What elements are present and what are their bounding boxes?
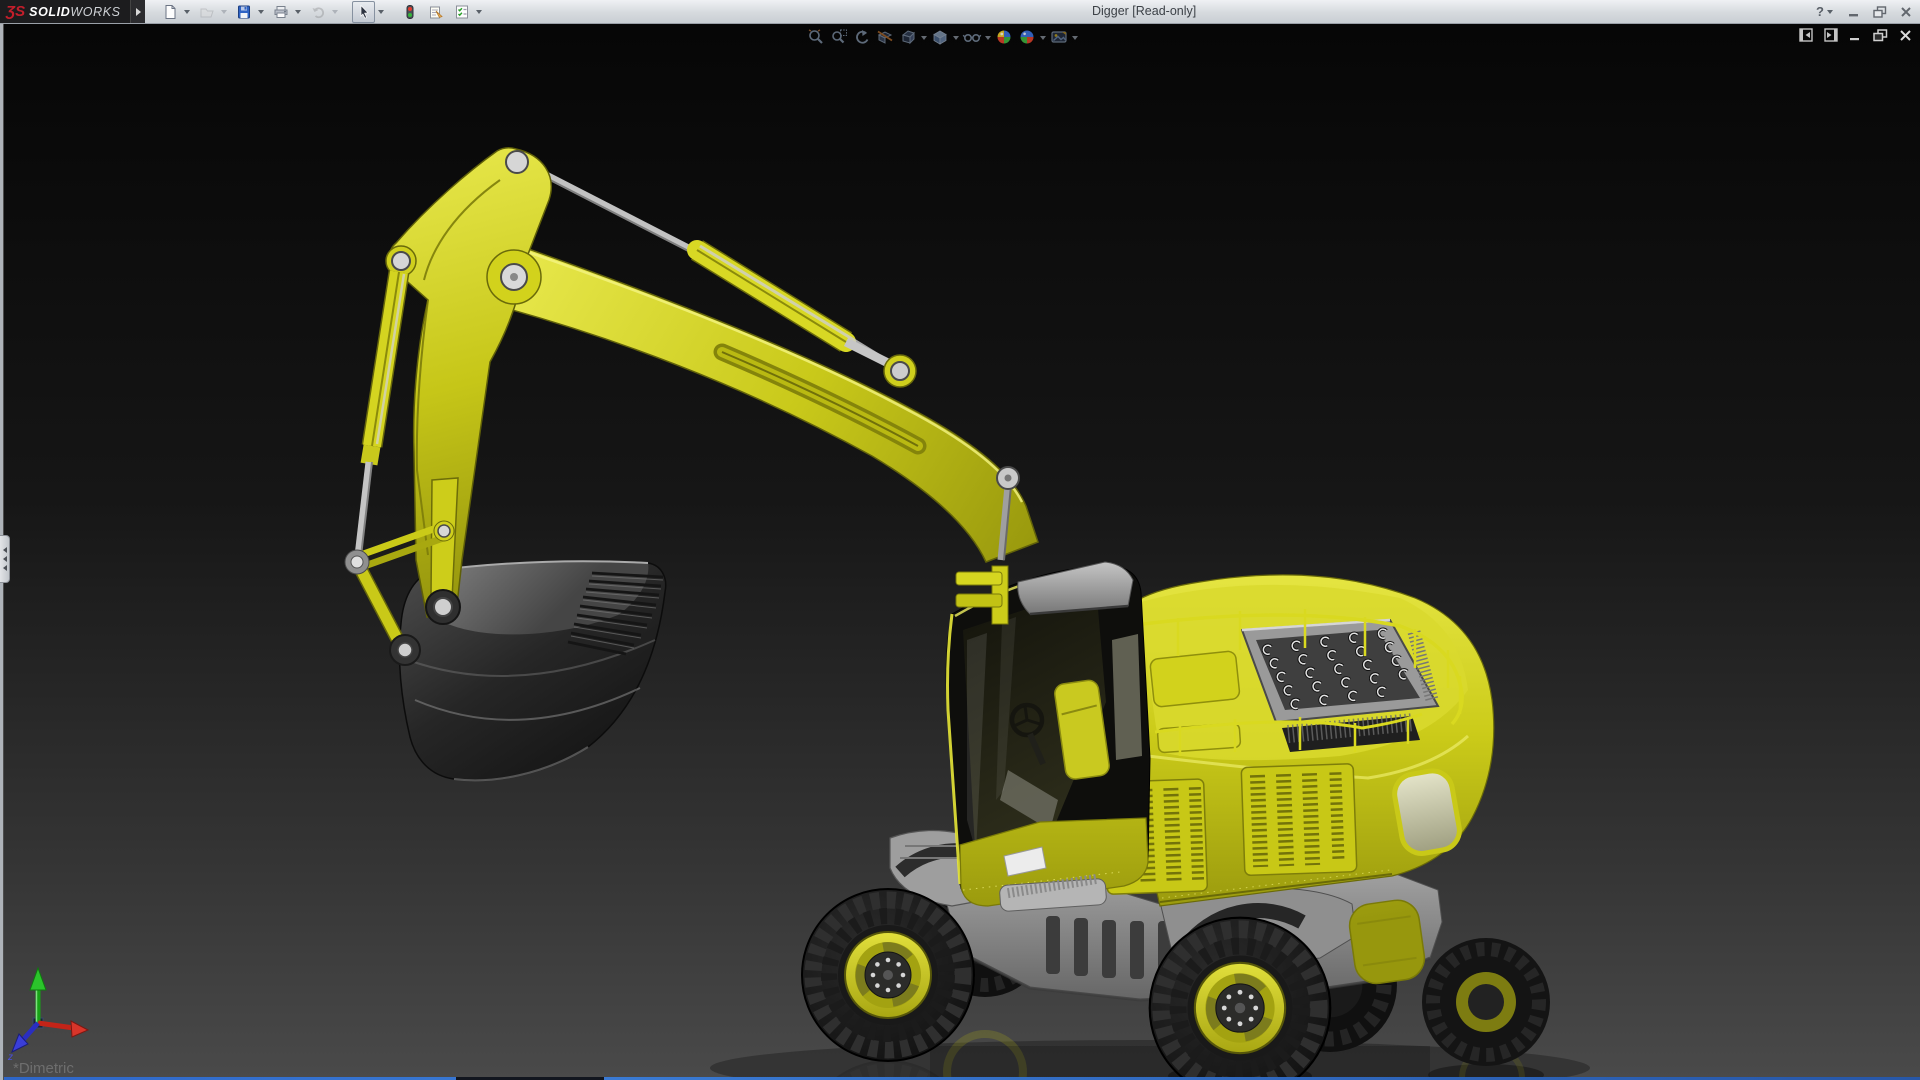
hide-show-items-button[interactable] bbox=[962, 27, 982, 47]
undo-arrow-icon bbox=[310, 4, 326, 20]
solidworks-logo-icon: ƷS bbox=[6, 3, 25, 20]
zoom-to-fit-button[interactable] bbox=[806, 27, 826, 47]
close-button[interactable] bbox=[1900, 6, 1912, 18]
options-button[interactable] bbox=[450, 1, 473, 23]
stick-cylinder-pin bbox=[891, 362, 909, 380]
minimize-button[interactable] bbox=[1848, 6, 1860, 18]
view-orientation-dropdown[interactable] bbox=[921, 36, 927, 43]
open-document-dropdown[interactable] bbox=[221, 10, 227, 17]
save-floppy-icon bbox=[236, 4, 252, 20]
view-orientation-label: *Dimetric bbox=[13, 1060, 74, 1077]
traffic-light-icon bbox=[402, 4, 418, 20]
print-dropdown[interactable] bbox=[295, 10, 301, 17]
solidworks-logo: ƷS SOLIDWORKS bbox=[0, 0, 130, 23]
bucket-pivot-pin bbox=[434, 598, 452, 616]
undo-dropdown[interactable] bbox=[332, 10, 338, 17]
view-settings-button[interactable] bbox=[1049, 27, 1069, 47]
restore-document-button[interactable] bbox=[1873, 29, 1888, 42]
far-right-wheel[interactable] bbox=[1422, 938, 1550, 1066]
rebuild-button[interactable] bbox=[398, 1, 421, 23]
document-title: Digger [Read-only] bbox=[1092, 4, 1196, 18]
display-style-dropdown[interactable] bbox=[953, 36, 959, 43]
apex-pin[interactable] bbox=[506, 151, 528, 173]
help-button[interactable]: ? bbox=[1816, 4, 1835, 19]
new-document-icon bbox=[162, 4, 178, 20]
open-folder-icon bbox=[199, 4, 215, 20]
eyeglasses-icon bbox=[962, 28, 982, 46]
previous-view-icon bbox=[853, 28, 871, 46]
help-icon: ? bbox=[1816, 4, 1824, 19]
brand-name-light: WORKS bbox=[70, 5, 120, 19]
bucket-link-pin bbox=[398, 643, 412, 657]
document-window-controls bbox=[1799, 28, 1912, 42]
hide-show-items-dropdown[interactable] bbox=[985, 36, 991, 43]
collapse-featuremanager-button[interactable] bbox=[1799, 28, 1813, 42]
minimize-document-button[interactable] bbox=[1849, 29, 1862, 42]
help-dropdown bbox=[1827, 10, 1833, 17]
graphics-viewport[interactable]: z bbox=[0, 24, 1920, 1080]
zoom-to-fit-icon bbox=[807, 28, 825, 46]
title-bar: ƷS SOLIDWORKS bbox=[0, 0, 1920, 24]
section-view-button[interactable] bbox=[875, 27, 895, 47]
save-button[interactable] bbox=[232, 1, 255, 23]
select-tool-dropdown[interactable] bbox=[378, 10, 384, 17]
expand-taskpane-button[interactable] bbox=[1824, 28, 1838, 42]
rear-cylinder-drum[interactable] bbox=[1347, 897, 1427, 986]
notepad-pencil-icon bbox=[428, 4, 444, 20]
cab[interactable] bbox=[946, 562, 1150, 912]
view-orientation-icon bbox=[899, 28, 917, 46]
rear-window[interactable] bbox=[1392, 768, 1463, 857]
checklist-icon bbox=[454, 4, 470, 20]
zoom-to-area-icon bbox=[830, 28, 848, 46]
cab-side-window[interactable] bbox=[1112, 634, 1142, 760]
left-arrow-icon bbox=[0, 556, 7, 562]
options-dropdown[interactable] bbox=[476, 10, 482, 17]
window-controls: ? bbox=[1816, 0, 1912, 23]
save-dropdown[interactable] bbox=[258, 10, 264, 17]
new-document-dropdown[interactable] bbox=[184, 10, 190, 17]
standard-toolbar bbox=[158, 0, 484, 23]
new-document-button[interactable] bbox=[158, 1, 181, 23]
select-cursor-icon bbox=[356, 4, 372, 20]
open-document-button[interactable] bbox=[195, 1, 218, 23]
left-arrow-icon bbox=[0, 547, 7, 553]
3d-scene[interactable]: z bbox=[0, 24, 1920, 1080]
restore-button[interactable] bbox=[1873, 6, 1887, 18]
appearance-sphere-icon bbox=[995, 28, 1013, 46]
view-settings-icon bbox=[1050, 28, 1068, 46]
file-properties-button[interactable] bbox=[424, 1, 447, 23]
front-left-wheel[interactable] bbox=[802, 889, 974, 1061]
print-button[interactable] bbox=[269, 1, 292, 23]
headsup-view-toolbar bbox=[806, 27, 1078, 47]
edit-appearance-button[interactable] bbox=[994, 27, 1014, 47]
undo-button[interactable] bbox=[306, 1, 329, 23]
zoom-to-area-button[interactable] bbox=[829, 27, 849, 47]
rod-end-pin bbox=[351, 556, 363, 568]
featuremanager-collapse-tab[interactable] bbox=[0, 535, 10, 583]
view-orientation-button[interactable] bbox=[898, 27, 918, 47]
scene-sphere-icon bbox=[1018, 28, 1036, 46]
brand-name-bold: SOLID bbox=[29, 5, 70, 19]
left-arrow-icon bbox=[0, 565, 7, 571]
section-view-icon bbox=[876, 28, 894, 46]
link-pin bbox=[438, 525, 450, 537]
engine-house[interactable] bbox=[1103, 575, 1494, 906]
right-arrow-icon bbox=[136, 8, 145, 16]
view-settings-dropdown[interactable] bbox=[1072, 36, 1078, 43]
apply-scene-button[interactable] bbox=[1017, 27, 1037, 47]
apply-scene-dropdown[interactable] bbox=[1040, 36, 1046, 43]
deck-hatch[interactable] bbox=[1150, 651, 1241, 708]
printer-icon bbox=[273, 4, 289, 20]
previous-view-button[interactable] bbox=[852, 27, 872, 47]
display-style-icon bbox=[931, 28, 949, 46]
menu-expand-button[interactable] bbox=[130, 0, 145, 23]
select-tool-button[interactable] bbox=[352, 1, 375, 23]
close-document-button[interactable] bbox=[1899, 29, 1912, 42]
cylinder-top-pin[interactable] bbox=[392, 252, 410, 270]
display-style-button[interactable] bbox=[930, 27, 950, 47]
